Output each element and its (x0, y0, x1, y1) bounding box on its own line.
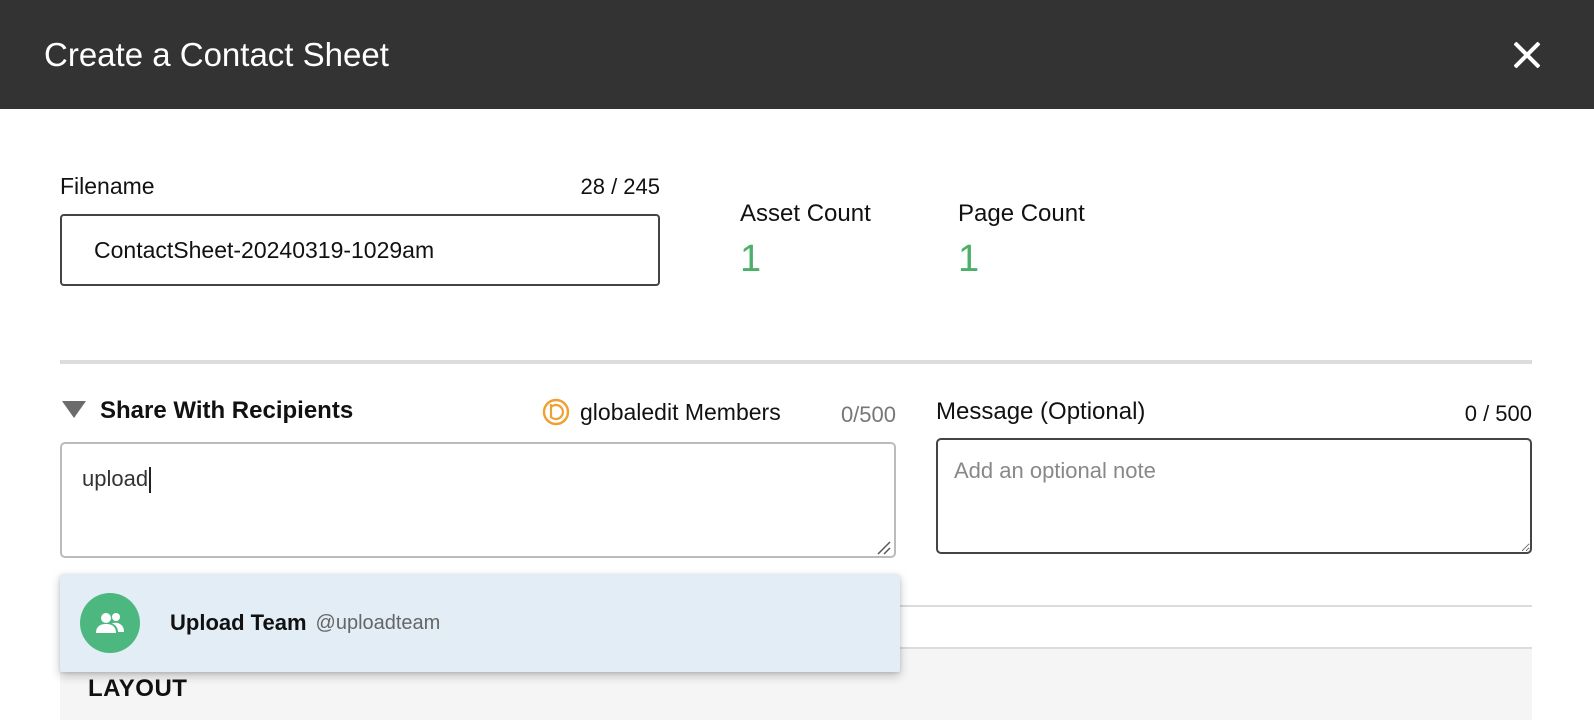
message-label: Message (Optional) (936, 398, 1146, 425)
section-divider (60, 360, 1532, 364)
message-textarea[interactable] (936, 438, 1532, 554)
close-icon[interactable] (1512, 40, 1542, 70)
share-section-title: Share With Recipients (100, 397, 354, 424)
filename-char-count: 28 / 245 (580, 174, 660, 199)
filename-label: Filename (60, 173, 155, 199)
suggestion-item[interactable]: Upload Team @uploadteam (60, 574, 900, 672)
members-label: globaledit Members (580, 398, 781, 425)
globaledit-logo-icon (542, 398, 570, 426)
resize-grip-icon[interactable] (876, 540, 892, 556)
suggestion-handle: @uploadteam (315, 611, 441, 634)
recipient-count: 0/500 (840, 402, 896, 427)
asset-count-value: 1 (740, 238, 762, 280)
dialog-header: Create a Contact Sheet (0, 0, 1594, 109)
dialog-title: Create a Contact Sheet (44, 35, 389, 73)
section-divider (900, 605, 1532, 607)
asset-count-label: Asset Count (740, 200, 871, 227)
collapse-toggle[interactable] (62, 400, 88, 420)
page-count-label: Page Count (958, 200, 1085, 227)
group-icon (96, 613, 124, 633)
text-caret (149, 467, 152, 494)
asset-count-stat: Asset Count 1 (740, 200, 871, 281)
message-char-count: 0 / 500 (1464, 401, 1532, 426)
filename-input[interactable] (60, 214, 660, 286)
avatar (80, 593, 140, 653)
triangle-down-icon (62, 401, 86, 418)
members-indicator: globaledit Members (542, 398, 781, 426)
layout-section-title: LAYOUT (88, 675, 188, 702)
page-count-stat: Page Count 1 (958, 200, 1085, 281)
page-count-value: 1 (958, 238, 980, 280)
recipients-input[interactable]: upload (60, 442, 896, 558)
suggestion-name: Upload Team (170, 610, 307, 635)
recipients-input-text: upload (82, 466, 149, 491)
